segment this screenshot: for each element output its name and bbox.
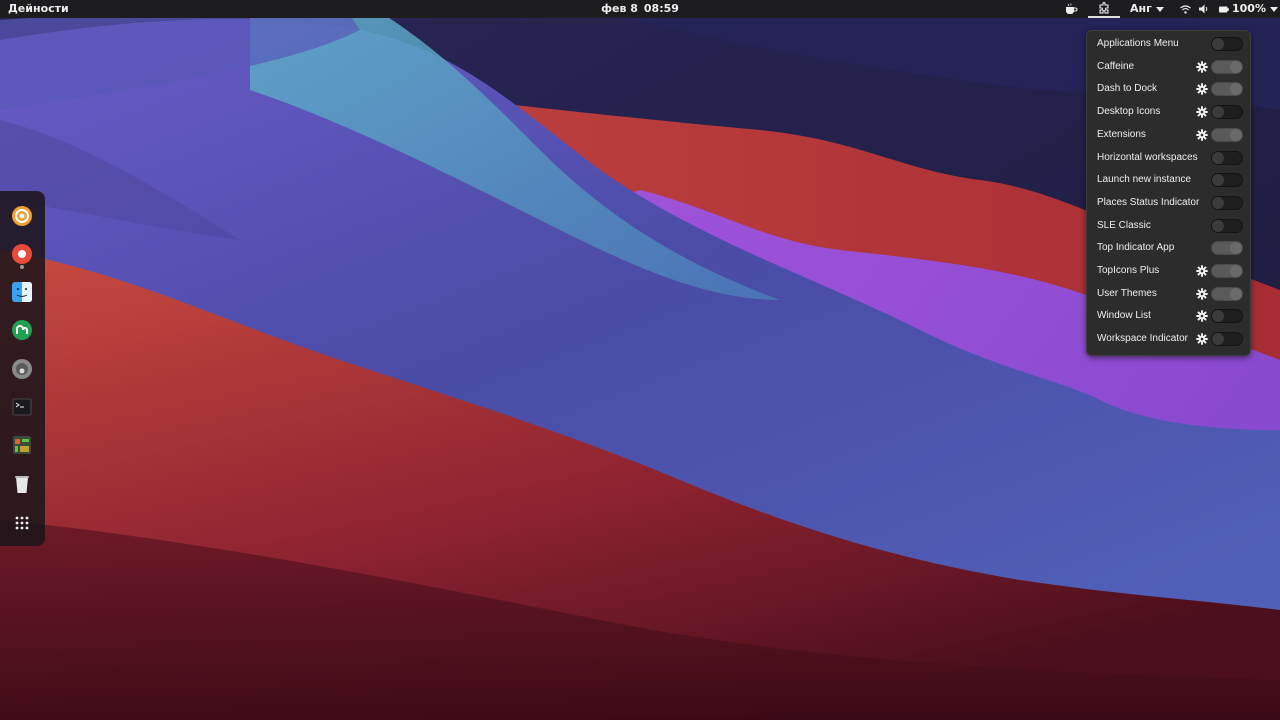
screen-recorder-icon[interactable] [8, 240, 36, 268]
dropdown-arrow-icon [1269, 6, 1278, 12]
extension-toggle[interactable] [1211, 195, 1243, 210]
extension-name: Dash to Dock [1097, 83, 1158, 95]
extension-name: TopIcons Plus [1097, 265, 1160, 276]
toggle-knob [1212, 151, 1224, 164]
toggle-knob [1212, 310, 1224, 323]
finder-icon[interactable] [8, 278, 36, 306]
extension-toggle[interactable] [1211, 264, 1243, 278]
extension-row[interactable]: Horizontal workspaces [1087, 147, 1252, 169]
toggle-knob [1212, 333, 1224, 346]
settings-gear-icon[interactable] [1196, 129, 1208, 141]
trash-icon[interactable] [8, 470, 36, 498]
extension-row[interactable]: Launch new instance [1087, 169, 1252, 191]
toggle-knob [1212, 196, 1224, 209]
extension-row[interactable]: Desktop Icons [1087, 101, 1252, 123]
extension-name: Extensions [1097, 128, 1146, 140]
toggle-knob [1212, 219, 1224, 232]
terminal-icon[interactable] [8, 393, 36, 421]
battery-icon[interactable] [1219, 0, 1229, 18]
extension-row[interactable]: Extensions [1087, 124, 1252, 146]
settings-gear-icon[interactable] [1196, 333, 1208, 345]
extension-name: SLE Classic [1097, 219, 1151, 231]
extension-name: Window List [1097, 310, 1151, 322]
extensions-menu: Applications Menu Caffeine Dash to Dock Des… [1086, 30, 1251, 356]
extension-toggle[interactable] [1211, 218, 1243, 233]
extension-toggle[interactable] [1211, 150, 1243, 165]
extension-name: Launch new instance [1097, 174, 1191, 186]
toggle-knob [1230, 128, 1242, 141]
toggle-knob [1230, 60, 1242, 73]
extension-name: Workspace Indicator [1097, 333, 1188, 345]
extension-toggle[interactable] [1211, 241, 1243, 256]
extension-name: Desktop Icons [1097, 106, 1161, 118]
extension-toggle[interactable] [1211, 286, 1243, 301]
activities-button[interactable]: Дейности [8, 0, 69, 18]
desktop[interactable]: Дейности фев 8 08:59 Анг 100% Applicatio… [0, 0, 1280, 720]
extension-name: User Themes [1097, 287, 1157, 299]
extension-toggle[interactable] [1211, 309, 1243, 324]
mastodon-app-icon[interactable] [8, 316, 36, 344]
extension-name: Caffeine [1097, 60, 1135, 72]
extension-row[interactable]: TopIcons Plus [1087, 260, 1252, 282]
settings-gear-icon[interactable] [1196, 106, 1208, 118]
toggle-knob [1230, 287, 1242, 300]
extension-row[interactable]: Applications Menu [1087, 33, 1252, 55]
clock-time: 08:59 [643, 2, 679, 15]
extension-row[interactable]: Caffeine [1087, 56, 1252, 78]
extension-row[interactable]: Window List [1087, 305, 1252, 327]
top-bar: Дейности фев 8 08:59 Анг 100% [0, 0, 1280, 18]
toggle-knob [1230, 83, 1242, 96]
disk-utility-icon[interactable] [8, 355, 36, 383]
toggle-knob [1212, 38, 1224, 50]
show-applications-icon[interactable] [8, 509, 36, 537]
toggle-knob [1212, 174, 1224, 187]
dropdown-arrow-icon [1155, 6, 1164, 12]
extension-row[interactable]: Dash to Dock [1087, 78, 1252, 100]
toggle-knob [1230, 265, 1242, 277]
language-selector[interactable]: Анг [1130, 0, 1164, 18]
extension-name: Applications Menu [1097, 38, 1179, 49]
extension-row[interactable]: Workspace Indicator [1087, 328, 1252, 350]
caffeine-cup-icon[interactable] [1064, 0, 1078, 18]
extension-name: Top Indicator App [1097, 242, 1175, 254]
extension-row[interactable]: SLE Classic [1087, 215, 1252, 237]
extension-row[interactable]: Top Indicator App [1087, 237, 1252, 259]
running-indicator [20, 265, 24, 269]
dock [0, 191, 45, 546]
ubuntu-software-icon[interactable] [8, 202, 36, 230]
language-label: Анг [1130, 2, 1152, 15]
extension-toggle[interactable] [1211, 105, 1243, 120]
extension-row[interactable]: Places Status Indicator [1087, 192, 1252, 214]
wifi-icon[interactable] [1180, 0, 1191, 18]
extension-toggle[interactable] [1211, 82, 1243, 97]
extension-name: Places Status Indicator [1097, 196, 1200, 208]
battery-menu[interactable]: 100% [1232, 0, 1278, 18]
system-monitor-icon[interactable] [8, 431, 36, 459]
extension-row[interactable]: User Themes [1087, 283, 1252, 305]
settings-gear-icon[interactable] [1196, 60, 1208, 73]
settings-gear-icon[interactable] [1196, 83, 1208, 96]
extension-toggle[interactable] [1211, 37, 1243, 51]
settings-gear-icon[interactable] [1196, 265, 1208, 277]
extensions-indicator-icon[interactable] [1088, 0, 1120, 18]
volume-icon[interactable] [1199, 0, 1210, 18]
extension-toggle[interactable] [1211, 59, 1243, 74]
settings-gear-icon[interactable] [1196, 310, 1208, 323]
extension-toggle[interactable] [1211, 332, 1243, 347]
extension-name: Horizontal workspaces [1097, 151, 1198, 163]
settings-gear-icon[interactable] [1196, 287, 1208, 300]
extension-toggle[interactable] [1211, 173, 1243, 188]
extension-toggle[interactable] [1211, 127, 1243, 142]
battery-percent: 100% [1232, 2, 1266, 15]
toggle-knob [1230, 242, 1242, 255]
clock-date: фев 8 [601, 2, 638, 15]
toggle-knob [1212, 106, 1224, 119]
